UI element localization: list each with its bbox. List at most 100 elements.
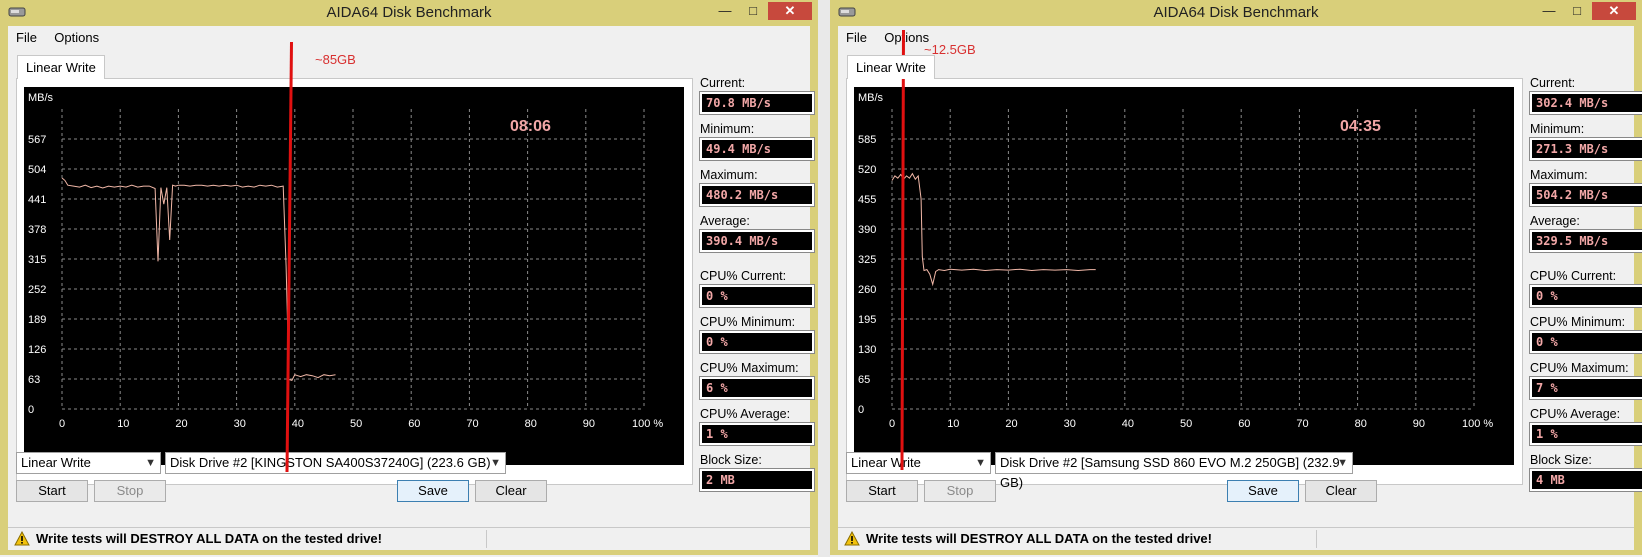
y-tick-label: 130 bbox=[858, 344, 876, 356]
y-tick-label: 378 bbox=[28, 224, 46, 236]
stat-value: 390.4 MB/s bbox=[700, 230, 814, 252]
y-tick-label: 195 bbox=[858, 314, 876, 326]
tab-linear-write[interactable]: Linear Write bbox=[17, 55, 105, 79]
x-tick-label: 100 % bbox=[632, 418, 663, 430]
y-tick-label: 390 bbox=[858, 224, 876, 236]
stat-value: 7 % bbox=[1530, 377, 1642, 399]
status-divider bbox=[486, 530, 487, 548]
maximize-icon[interactable]: □ bbox=[1564, 2, 1590, 20]
stat-value: 0 % bbox=[700, 285, 814, 307]
x-tick-label: 0 bbox=[59, 418, 65, 430]
warning-icon bbox=[844, 531, 860, 546]
tab-panel: 567 504 441 378 315 252 189 126 63 0 MB/s 0 10 20 30 40… bbox=[16, 78, 693, 485]
test-type-select[interactable]: Linear Write ▼ bbox=[846, 452, 991, 474]
close-icon[interactable]: ✕ bbox=[768, 2, 812, 20]
y-tick-label: 260 bbox=[858, 284, 876, 296]
chevron-down-icon: ▼ bbox=[1337, 457, 1348, 469]
x-tick-label: 90 bbox=[583, 418, 595, 430]
stat-value: 6 % bbox=[700, 377, 814, 399]
x-tick-label: 70 bbox=[1296, 418, 1308, 430]
y-tick-label: 520 bbox=[858, 164, 876, 176]
stat-value: 302.4 MB/s bbox=[1530, 92, 1642, 114]
drive-select[interactable]: Disk Drive #2 [Samsung SSD 860 EVO M.2 2… bbox=[995, 452, 1353, 490]
stat-label: CPU% Minimum: bbox=[1530, 315, 1626, 329]
chevron-down-icon: ▼ bbox=[490, 457, 501, 469]
stat-label: Minimum: bbox=[700, 122, 755, 136]
y-tick-label: 252 bbox=[28, 284, 46, 296]
stat-value: 1 % bbox=[1530, 423, 1642, 445]
x-tick-label: 60 bbox=[408, 418, 420, 430]
benchmark-window-1: AIDA64 Disk Benchmark — □ ✕ File Options… bbox=[0, 0, 818, 555]
stop-button[interactable]: Stop bbox=[94, 480, 166, 502]
menu-file[interactable]: File bbox=[846, 30, 867, 45]
x-tick-label: 40 bbox=[1122, 418, 1134, 430]
speed-chart: 567 504 441 378 315 252 189 126 63 0 MB/s 0 10 20 30 40… bbox=[24, 87, 684, 465]
save-button[interactable]: Save bbox=[1227, 480, 1299, 502]
y-axis-unit: MB/s bbox=[28, 92, 54, 104]
status-divider bbox=[1316, 530, 1317, 548]
x-tick-label: 30 bbox=[1064, 418, 1076, 430]
y-tick-label: 504 bbox=[28, 164, 46, 176]
y-tick-label: 0 bbox=[858, 404, 864, 416]
stat-label: Block Size: bbox=[700, 453, 762, 467]
stat-label: CPU% Maximum: bbox=[1530, 361, 1629, 375]
clear-button[interactable]: Clear bbox=[1305, 480, 1377, 502]
stat-value: 329.5 MB/s bbox=[1530, 230, 1642, 252]
x-tick-label: 80 bbox=[1355, 418, 1367, 430]
window-title: AIDA64 Disk Benchmark bbox=[1153, 4, 1319, 21]
chevron-down-icon: ▼ bbox=[975, 457, 986, 469]
y-tick-label: 65 bbox=[858, 374, 870, 386]
y-tick-label: 63 bbox=[28, 374, 40, 386]
stat-label: CPU% Minimum: bbox=[700, 315, 796, 329]
minimize-icon[interactable]: — bbox=[1536, 2, 1562, 20]
y-tick-label: 0 bbox=[28, 404, 34, 416]
stat-value: 1 % bbox=[700, 423, 814, 445]
stat-label: CPU% Average: bbox=[1530, 407, 1621, 421]
title-bar[interactable]: AIDA64 Disk Benchmark — □ ✕ bbox=[830, 0, 1642, 26]
stat-label: CPU% Current: bbox=[1530, 269, 1617, 283]
drive-select[interactable]: Disk Drive #2 [KINGSTON SA400S37240G] (2… bbox=[165, 452, 506, 474]
menu-options[interactable]: Options bbox=[54, 30, 99, 45]
y-tick-label: 455 bbox=[858, 194, 876, 206]
stat-label: Current: bbox=[700, 76, 746, 90]
x-tick-label: 10 bbox=[947, 418, 959, 430]
x-tick-label: 0 bbox=[889, 418, 895, 430]
status-warning-text: Write tests will DESTROY ALL DATA on the… bbox=[866, 531, 1212, 546]
capacity-annotation: ~85GB bbox=[315, 52, 356, 67]
stop-button[interactable]: Stop bbox=[924, 480, 996, 502]
start-button[interactable]: Start bbox=[16, 480, 88, 502]
status-bar: Write tests will DESTROY ALL DATA on the… bbox=[8, 527, 810, 550]
test-type-value: Linear Write bbox=[851, 455, 921, 470]
stat-label: Maximum: bbox=[1530, 168, 1588, 182]
y-tick-label: 315 bbox=[28, 254, 46, 266]
x-tick-label: 10 bbox=[117, 418, 129, 430]
stat-value: 0 % bbox=[1530, 331, 1642, 353]
minimize-icon[interactable]: — bbox=[712, 2, 738, 20]
x-tick-label: 80 bbox=[525, 418, 537, 430]
maximize-icon[interactable]: □ bbox=[740, 2, 766, 20]
elapsed-timer: 04:35 bbox=[1340, 118, 1381, 135]
x-tick-label: 60 bbox=[1238, 418, 1250, 430]
close-icon[interactable]: ✕ bbox=[1592, 2, 1636, 20]
stat-value: 0 % bbox=[700, 331, 814, 353]
clear-button[interactable]: Clear bbox=[475, 480, 547, 502]
start-button[interactable]: Start bbox=[846, 480, 918, 502]
speed-chart-svg: 585 520 455 390 325 260 195 130 65 0 MB/s 0 10 20 30 40… bbox=[858, 92, 1493, 430]
y-tick-label: 567 bbox=[28, 134, 46, 146]
x-tick-label: 20 bbox=[175, 418, 187, 430]
speed-chart-svg: 567 504 441 378 315 252 189 126 63 0 MB/s 0 10 20 30 40… bbox=[28, 92, 663, 430]
y-tick-label: 441 bbox=[28, 194, 46, 206]
stat-value: 271.3 MB/s bbox=[1530, 138, 1642, 160]
stat-label: Maximum: bbox=[700, 168, 758, 182]
menu-file[interactable]: File bbox=[16, 30, 37, 45]
tab-linear-write[interactable]: Linear Write bbox=[847, 55, 935, 79]
test-type-select[interactable]: Linear Write ▼ bbox=[16, 452, 161, 474]
stat-label: Average: bbox=[700, 214, 750, 228]
speed-chart: 585 520 455 390 325 260 195 130 65 0 MB/s 0 10 20 30 40… bbox=[854, 87, 1514, 465]
title-bar[interactable]: AIDA64 Disk Benchmark — □ ✕ bbox=[0, 0, 818, 26]
drive-value: Disk Drive #2 [KINGSTON SA400S37240G] (2… bbox=[170, 455, 491, 470]
stat-label: CPU% Maximum: bbox=[700, 361, 799, 375]
save-button[interactable]: Save bbox=[397, 480, 469, 502]
stat-label: Minimum: bbox=[1530, 122, 1585, 136]
menu-options[interactable]: Options bbox=[884, 30, 929, 45]
